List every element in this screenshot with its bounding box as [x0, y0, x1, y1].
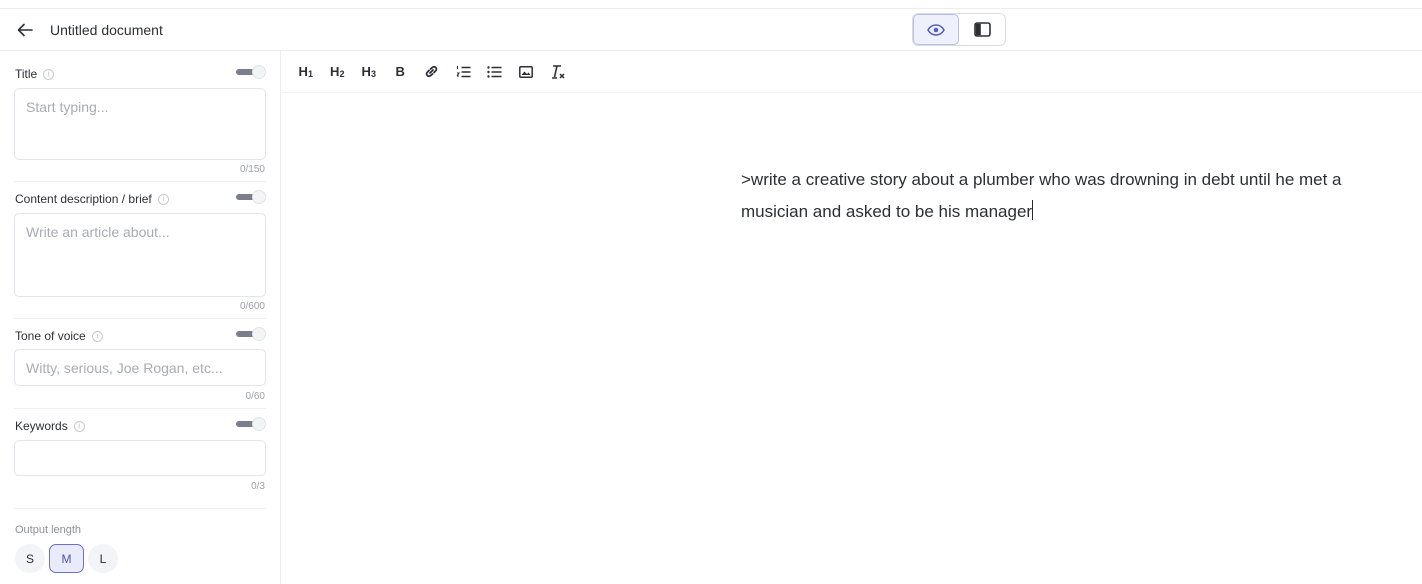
bullet-list-button[interactable] — [479, 58, 511, 86]
sidebar-panel-icon — [973, 22, 991, 37]
bullet-list-icon — [487, 65, 502, 78]
divider — [14, 318, 266, 319]
divider — [14, 181, 266, 182]
output-length-selector: S M L — [15, 544, 118, 573]
brief-label: Content description / brief i — [15, 192, 169, 206]
view-toggle — [912, 13, 1006, 46]
clear-format-icon — [551, 64, 565, 79]
keywords-toggle[interactable] — [236, 417, 266, 431]
heading3-button[interactable]: H3 — [353, 58, 385, 86]
output-length-label: Output length — [15, 524, 82, 536]
brief-input[interactable] — [14, 213, 266, 297]
title-counter: 0/150 — [239, 164, 265, 175]
image-button[interactable] — [511, 58, 543, 86]
info-icon[interactable]: i — [91, 330, 103, 342]
title-input[interactable] — [14, 88, 266, 160]
image-icon — [519, 65, 534, 78]
tone-input[interactable] — [14, 349, 266, 386]
editor-content[interactable]: >write a creative story about a plumber … — [741, 164, 1413, 228]
divider — [14, 408, 266, 409]
eye-icon — [927, 23, 945, 36]
back-button[interactable] — [14, 19, 36, 41]
link-button[interactable] — [416, 58, 448, 86]
top-bar: Untitled document — [0, 8, 1422, 51]
document-title[interactable]: Untitled document — [50, 22, 163, 38]
heading2-button[interactable]: H2 — [322, 58, 354, 86]
size-l-button[interactable]: L — [88, 544, 118, 573]
title-toggle[interactable] — [236, 65, 266, 79]
size-s-button[interactable]: S — [15, 544, 45, 573]
link-icon — [426, 65, 438, 78]
split-view-button[interactable] — [959, 14, 1005, 45]
size-m-button[interactable]: M — [49, 544, 84, 573]
title-label: Title i — [15, 67, 55, 81]
clear-formatting-button[interactable] — [542, 58, 574, 86]
formatting-toolbar: H1 H2 H3 B — [282, 51, 1422, 93]
info-icon[interactable]: i — [157, 193, 169, 205]
divider — [14, 508, 266, 509]
keywords-input[interactable] — [14, 440, 266, 476]
info-icon[interactable]: i — [43, 68, 55, 80]
preview-view-button[interactable] — [913, 14, 960, 45]
settings-sidebar: Title i 0/150 Content description / brie… — [0, 51, 281, 584]
heading1-button[interactable]: H1 — [290, 58, 322, 86]
tone-counter: 0/60 — [245, 391, 265, 402]
ordered-list-button[interactable] — [448, 58, 480, 86]
ordered-list-icon — [456, 65, 471, 77]
info-icon[interactable]: i — [73, 420, 85, 432]
arrow-left-icon — [17, 23, 33, 37]
brief-toggle[interactable] — [236, 190, 266, 204]
tone-toggle[interactable] — [236, 327, 266, 341]
tone-label: Tone of voice i — [15, 329, 103, 343]
text-caret — [1032, 200, 1034, 220]
keywords-counter: 0/3 — [251, 481, 265, 492]
brief-counter: 0/600 — [239, 301, 265, 312]
editor-text: >write a creative story about a plumber … — [741, 170, 1342, 221]
bold-button[interactable]: B — [385, 58, 417, 86]
keywords-label: Keywords i — [15, 419, 85, 433]
